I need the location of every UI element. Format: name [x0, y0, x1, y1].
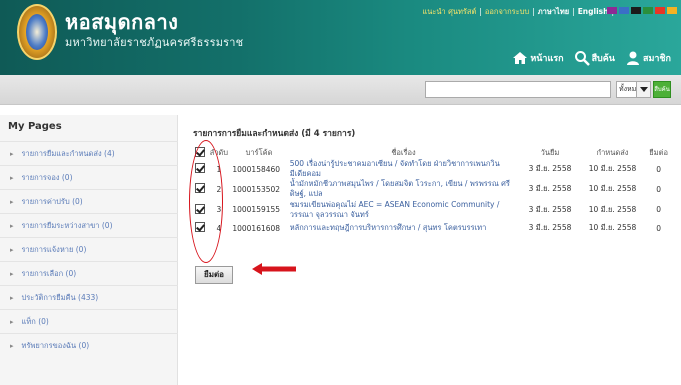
table-row: 1 1000158460 500 เรื่องน่ารู้ประชาคมอาเซ…	[193, 159, 673, 179]
site-subtitle: มหาวิทยาลัยราชภัฏนครศรีธรรมราช	[65, 36, 244, 49]
column-header-renewals: ยืมต่อ	[649, 148, 668, 157]
chevron-right-icon: ▸	[10, 221, 14, 230]
theme-swatch[interactable]	[631, 7, 641, 14]
row-due-date: 10 มี.ย. 2558	[588, 204, 637, 214]
sidebar-item-lost[interactable]: ▸ รายการแจ้งหาย (0)	[0, 237, 178, 261]
row-title-link[interactable]: น้ำมักหมักชีวภาพสมุนไพร / โดยสมจิต โวระก…	[288, 179, 520, 199]
user-icon	[626, 51, 639, 65]
sidebar-item-label: ทรัพยากรของฉัน (0)	[21, 340, 90, 350]
sidebar-item-label: รายการยืมและกำหนดส่ง (4)	[21, 148, 115, 158]
chevron-down-icon	[640, 87, 648, 92]
table-row: 3 1000159155 ชมรมเขียนพ่อคุณไม่ AEC = AS…	[193, 199, 673, 220]
sidebar-item-label: รายการเลือก (0)	[21, 268, 77, 278]
chevron-right-icon: ▸	[10, 341, 14, 350]
theme-swatch[interactable]	[655, 7, 665, 14]
row-due-date: 10 มี.ย. 2558	[588, 184, 637, 193]
search-button[interactable]: สืบค้น	[653, 81, 671, 98]
row-barcode: 1000158460	[232, 164, 281, 174]
row-loan-date: 3 มี.ย. 2558	[528, 164, 572, 173]
theme-swatch[interactable]	[643, 7, 653, 14]
sidebar: My Pages ▸ รายการยืมและกำหนดส่ง (4) ▸ รายก…	[0, 115, 178, 385]
column-header-barcode: บาร์โค้ด	[245, 148, 273, 157]
separator: |	[479, 7, 482, 16]
sidebar-item-interbranch[interactable]: ▸ รายการยืมระหว่างสาขา (0)	[0, 213, 178, 237]
nav-search[interactable]: สืบค้น	[574, 50, 615, 66]
sidebar-item-label: รายการจอง (0)	[21, 172, 73, 182]
row-loan-date: 3 มี.ย. 2558	[528, 184, 572, 193]
chevron-right-icon: ▸	[10, 149, 14, 158]
chevron-right-icon: ▸	[10, 293, 14, 302]
row-renewals: 0	[656, 205, 662, 214]
nav-member[interactable]: สมาชิก	[625, 50, 671, 66]
column-header-title: ชื่อเรื่อง	[391, 148, 416, 157]
search-icon	[574, 51, 590, 66]
row-loan-date: 3 มี.ย. 2558	[528, 204, 572, 214]
page-title: รายการการยืมและกำหนดส่ง (มี 4 รายการ)	[193, 129, 356, 139]
row-barcode: 1000161608	[232, 223, 281, 233]
university-logo[interactable]	[17, 4, 57, 60]
row-title-link[interactable]: 500 เรื่องน่ารู้ประชาคมอาเซียน / จัดทำโด…	[288, 159, 520, 179]
sidebar-item-loans[interactable]: ▸ รายการยืมและกำหนดส่ง (4)	[0, 141, 178, 165]
row-title-link[interactable]: หลักการและทฤษฎีการบริหารการศึกษา / สุนทร…	[288, 220, 520, 236]
row-due-date: 10 มี.ย. 2558	[588, 223, 637, 232]
sidebar-item-label: รายการยืมระหว่างสาขา (0)	[21, 220, 113, 230]
nav-search-label: สืบค้น	[591, 54, 615, 64]
row-renewals: 0	[656, 184, 662, 194]
row-loan-date: 3 มี.ย. 2558	[528, 223, 572, 232]
renew-button[interactable]: ยืมต่อ	[195, 266, 233, 284]
nav-home-label: หน้าแรก	[530, 54, 564, 64]
lang-english-link[interactable]: English	[578, 7, 609, 16]
chevron-right-icon: ▸	[10, 269, 14, 278]
table-header-row: ลำดับ บาร์โค้ด ชื่อเรื่อง วันยืม กำหนดส่…	[193, 147, 673, 159]
table-row: 4 1000161608 หลักการและทฤษฎีการบริหารการ…	[193, 220, 673, 236]
row-title-link[interactable]: ชมรมเขียนพ่อคุณไม่ AEC = ASEAN Economic …	[288, 199, 520, 220]
sidebar-item-label: แท็ก (0)	[21, 316, 49, 326]
sidebar-item-label: รายการแจ้งหาย (0)	[21, 244, 87, 254]
site-header: หอสมุดกลาง มหาวิทยาลัยราชภัฏนครศรีธรรมรา…	[0, 0, 681, 75]
row-renewals: 0	[656, 223, 662, 233]
arrow-left-icon	[252, 263, 296, 275]
chevron-right-icon: ▸	[10, 173, 14, 182]
search-input[interactable]	[425, 81, 611, 98]
separator: |	[532, 7, 535, 16]
row-renewals: 0	[656, 164, 662, 174]
sidebar-item-history[interactable]: ▸ ประวัติการยืมคืน (433)	[0, 285, 178, 309]
row-barcode: 1000159155	[232, 205, 281, 214]
lang-thai-link[interactable]: ภาษาไทย	[538, 7, 569, 16]
sidebar-item-my-resources[interactable]: ▸ ทรัพยากรของฉัน (0)	[0, 333, 178, 357]
separator: |	[572, 7, 575, 16]
sidebar-title: My Pages	[8, 121, 62, 132]
column-header-due-date: กำหนดส่ง	[596, 148, 629, 157]
theme-swatch[interactable]	[619, 7, 629, 14]
home-icon	[513, 52, 528, 64]
search-bar: ทั้งหมด สืบค้น	[0, 75, 681, 105]
sidebar-item-selected[interactable]: ▸ รายการเลือก (0)	[0, 261, 178, 285]
chevron-right-icon: ▸	[10, 245, 14, 254]
row-barcode: 1000153502	[232, 184, 281, 194]
chevron-right-icon: ▸	[10, 197, 14, 206]
nav-home[interactable]: หน้าแรก	[512, 50, 564, 66]
theme-swatch[interactable]	[607, 7, 617, 14]
sidebar-item-reservations[interactable]: ▸ รายการจอง (0)	[0, 165, 178, 189]
loans-table: ลำดับ บาร์โค้ด ชื่อเรื่อง วันยืม กำหนดส่…	[193, 147, 673, 236]
sidebar-item-label: รายการค่าปรับ (0)	[21, 196, 83, 206]
logout-link[interactable]: ออกจากระบบ	[485, 7, 529, 16]
highlight-oval	[189, 140, 223, 263]
table-row: 2 1000153502 น้ำมักหมักชีวภาพสมุนไพร / โ…	[193, 179, 673, 199]
sidebar-menu: ▸ รายการยืมและกำหนดส่ง (4) ▸ รายการจอง (0)…	[0, 141, 178, 357]
column-header-loan-date: วันยืม	[540, 148, 560, 157]
search-scope-dropdown[interactable]	[636, 82, 650, 97]
sidebar-item-label: ประวัติการยืมคืน (433)	[21, 292, 99, 302]
sidebar-item-tags[interactable]: ▸ แท็ก (0)	[0, 309, 178, 333]
theme-swatch[interactable]	[667, 7, 677, 14]
theme-swatches	[607, 7, 677, 14]
nav-member-label: สมาชิก	[642, 54, 671, 64]
sidebar-item-fines[interactable]: ▸ รายการค่าปรับ (0)	[0, 189, 178, 213]
main-nav: หน้าแรก สืบค้น สมาชิก	[512, 50, 671, 66]
row-due-date: 10 มี.ย. 2558	[588, 164, 637, 173]
top-links: แนะนำ ศุนทรัสต์ | ออกจากระบบ | ภาษาไทย | Engli…	[422, 6, 617, 18]
logo-emblem	[26, 14, 48, 50]
chevron-right-icon: ▸	[10, 317, 14, 326]
user-name-link[interactable]: แนะนำ ศุนทรัสต์	[422, 7, 476, 16]
